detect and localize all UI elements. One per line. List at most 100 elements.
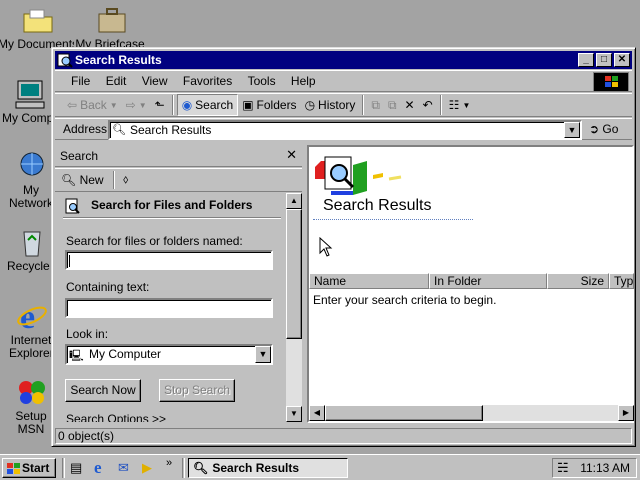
start-button[interactable]: Start	[2, 458, 56, 478]
column-header-type[interactable]: Type	[609, 273, 634, 289]
search-pane: Search ✕ 🔍︎ New ⬨ Search for Files and F…	[55, 145, 302, 422]
folders-button[interactable]: ▣ Folders	[238, 94, 300, 116]
new-search-button[interactable]: 🔍︎ New	[61, 173, 104, 187]
back-arrow-icon: ⇦	[67, 98, 78, 112]
delete-x-icon: ✕	[404, 98, 415, 112]
search-form-heading: Search for Files and Folders	[91, 198, 253, 212]
quicklaunch-separator	[182, 458, 185, 478]
scroll-down-button[interactable]: ▼	[286, 406, 302, 422]
copy-to-icon: ⧉	[387, 97, 397, 112]
menu-tools[interactable]: Tools	[242, 71, 282, 91]
maximize-button[interactable]: □	[596, 53, 612, 67]
address-value: Search Results	[130, 123, 212, 137]
scroll-left-button[interactable]: ◀	[309, 405, 325, 421]
undo-button[interactable]: ↶	[419, 94, 437, 116]
toolbar-separator	[113, 171, 115, 189]
search-pane-close-icon[interactable]: ✕	[286, 147, 297, 163]
minimize-button[interactable]: _	[578, 53, 594, 67]
look-in-select[interactable]: 🖳︎ My Computer ▼	[65, 344, 273, 365]
new-search-icon: 🔍︎	[61, 173, 77, 187]
search-globe-icon: ◉	[181, 98, 193, 112]
briefcase-icon	[96, 4, 128, 36]
up-folder-button[interactable]: ⬑	[151, 94, 169, 116]
column-header-size[interactable]: Size	[547, 273, 609, 289]
quicklaunch-media-icon[interactable]: ▶	[142, 460, 152, 476]
file-name-input[interactable]	[65, 250, 273, 270]
search-pane-title: Search	[60, 149, 99, 163]
move-to-icon: ⧉	[371, 97, 380, 112]
windows-logo-icon	[593, 72, 629, 92]
go-button[interactable]: ➲ Go	[589, 122, 618, 136]
move-to-button[interactable]: ⧉	[367, 94, 384, 116]
containing-text-input[interactable]	[65, 298, 273, 318]
window-title: Search Results	[75, 53, 162, 67]
search-now-button[interactable]: Search Now	[65, 379, 141, 402]
views-icon: ☷	[448, 98, 460, 112]
scroll-up-button[interactable]: ▲	[286, 193, 302, 209]
menu-favorites[interactable]: Favorites	[177, 71, 238, 91]
copy-to-button[interactable]: ⧉	[384, 94, 401, 116]
delete-button[interactable]: ✕	[401, 94, 419, 116]
address-dropdown-button[interactable]: ▼	[564, 122, 580, 138]
desktop-icon-label: My Network Places	[9, 184, 53, 210]
address-field[interactable]: 🔍︎ Search Results ▼	[108, 120, 582, 140]
file-name-label: Search for files or folders named:	[66, 234, 243, 248]
look-in-label: Look in:	[66, 327, 109, 341]
quicklaunch-ie-icon[interactable]: e	[94, 458, 102, 478]
quicklaunch-more-icon[interactable]: »	[166, 457, 172, 469]
windows-flag-icon	[6, 462, 22, 476]
toolbar-separator	[171, 95, 174, 115]
stop-search-button: Stop Search	[159, 379, 235, 402]
views-button[interactable]: ☷ ▼	[445, 94, 475, 116]
close-button[interactable]: ✕	[614, 53, 630, 67]
taskbar-task-search-results[interactable]: 🔍︎ Search Results	[188, 458, 348, 478]
scroll-right-button[interactable]: ▶	[618, 405, 634, 421]
system-tray: ☵ 11:13 AM	[552, 458, 637, 478]
desktop-icon-my-briefcase[interactable]: My Briefcase	[72, 4, 152, 51]
column-header-in-folder[interactable]: In Folder	[429, 273, 547, 289]
search-pane-toolbar: 🔍︎ New ⬨	[55, 168, 302, 192]
forward-button[interactable]: ⇨ ▼	[122, 94, 151, 116]
desktop-icon-label: My Computer	[2, 112, 58, 125]
search-pane-header: Search ✕	[55, 145, 302, 167]
heading-underline	[63, 217, 281, 219]
menu-file[interactable]: File	[65, 71, 96, 91]
up-folder-icon: ⬑	[154, 98, 165, 112]
menu-help[interactable]: Help	[285, 71, 322, 91]
back-button[interactable]: ⇦ Back ▼	[63, 94, 122, 116]
dropdown-arrow-icon: ▼	[138, 100, 147, 110]
horizontal-scroll-thumb[interactable]	[325, 405, 483, 421]
search-form: Search for Files and Folders Search for …	[55, 193, 286, 422]
dropdown-arrow-icon: ▼	[109, 100, 118, 110]
address-label: Address	[63, 122, 108, 136]
window-search-icon	[57, 52, 73, 68]
look-in-dropdown-button[interactable]: ▼	[255, 346, 271, 363]
my-computer-small-icon: 🖳︎	[69, 350, 84, 362]
search-results-small-icon: 🔍︎	[112, 124, 126, 136]
menu-view[interactable]: View	[136, 71, 174, 91]
scroll-thumb[interactable]	[286, 209, 302, 339]
search-options-link[interactable]: Search Options >>	[66, 412, 166, 422]
undo-icon: ↶	[422, 98, 433, 112]
results-title-underline	[313, 219, 473, 220]
column-header-name[interactable]: Name	[309, 273, 429, 289]
quicklaunch-outlook-icon[interactable]: ✉	[118, 460, 129, 476]
search-button[interactable]: ◉ Search	[176, 94, 239, 116]
show-desktop-icon[interactable]: ▤	[70, 460, 82, 476]
recycle-bin-icon	[16, 226, 48, 258]
results-banner-graphic	[313, 151, 423, 201]
title-bar[interactable]: Search Results _ □ ✕	[55, 51, 632, 69]
folders-icon: ▣	[242, 98, 254, 112]
results-horizontal-scrollbar[interactable]: ◀ ▶	[309, 405, 634, 421]
network-tray-icon[interactable]: ☵	[557, 460, 569, 476]
toolbar-separator	[439, 95, 442, 115]
network-icon	[16, 150, 48, 182]
menu-edit[interactable]: Edit	[100, 71, 133, 91]
results-pane: Search Results Name In Folder Size Typ e …	[307, 145, 634, 423]
desktop-icon-my-documents[interactable]: My Documents	[0, 4, 78, 51]
search-assistant-icon[interactable]: ⬨	[123, 172, 128, 187]
history-button[interactable]: ◷ History	[301, 94, 360, 116]
search-pane-scrollbar[interactable]: ▲ ▼	[286, 193, 302, 422]
clock[interactable]: 11:13 AM	[580, 461, 630, 475]
msn-butterfly-icon	[16, 376, 48, 408]
